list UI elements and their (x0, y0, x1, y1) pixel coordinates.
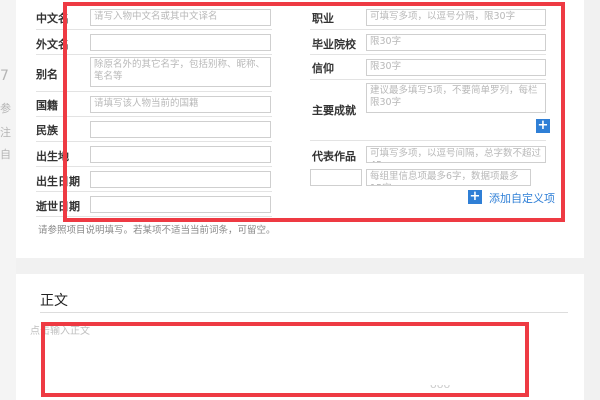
row-separator (36, 91, 272, 92)
row-separator (36, 166, 272, 167)
row-separator (36, 116, 272, 117)
row-separator (310, 140, 546, 141)
belief-input[interactable]: 限30字 (366, 59, 546, 76)
ethnicity-input[interactable] (90, 121, 271, 138)
row-separator (310, 54, 546, 55)
achievements-input[interactable]: 建议最多填写5项，不要简单罗列，每栏限30字 (366, 83, 546, 113)
custom-key-input[interactable] (310, 169, 362, 186)
left-background-strip: 7 参 注 自 (0, 0, 16, 400)
label-chinese-name: 中文名 (36, 12, 69, 25)
form-hint-note: 请参照项目说明填写。若某项不适当当前词条，可留空。 (38, 225, 276, 236)
label-alias: 别名 (36, 68, 58, 81)
alma-mater-input[interactable]: 限30字 (366, 34, 546, 51)
row-separator (36, 216, 272, 217)
label-occupation: 职业 (312, 12, 334, 25)
label-nationality: 国籍 (36, 99, 58, 112)
row-separator (310, 29, 546, 30)
row-separator (310, 79, 546, 80)
custom-value-input[interactable]: 每组里信息项最多6字，数据项最多15字 (366, 169, 531, 186)
birthplace-input[interactable] (90, 146, 271, 163)
label-birth-date: 出生日期 (36, 175, 80, 188)
label-foreign-name: 外文名 (36, 38, 69, 51)
strip-text: 注 (0, 126, 11, 139)
section-underline (40, 312, 568, 313)
works-input[interactable]: 可填写多项，以逗号间隔，总字数不超过45 (366, 146, 546, 163)
row-separator (36, 191, 272, 192)
label-death-date: 逝世日期 (36, 200, 80, 213)
add-custom-item-link[interactable]: 添加自定义项 (489, 190, 555, 206)
alias-input[interactable]: 除原名外的其它名字，包括别称、昵称、笔名等 (90, 57, 271, 87)
strip-text: 参 (0, 102, 11, 115)
occupation-input[interactable]: 可填写多项，以逗号分隔，限30字 (366, 9, 546, 26)
label-belief: 信仰 (312, 62, 334, 75)
row-separator (36, 141, 272, 142)
nationality-input[interactable]: 请填写该人物当前的国籍 (90, 96, 271, 113)
label-ethnicity: 民族 (36, 124, 58, 137)
foreign-name-input[interactable] (90, 34, 271, 51)
row-separator (36, 54, 272, 55)
label-achievements: 主要成就 (312, 104, 356, 117)
death-date-input[interactable] (90, 196, 271, 213)
row-separator (36, 29, 272, 30)
chinese-name-input[interactable]: 请写入物中文名或其中文译名 (90, 9, 271, 26)
body-section-title: 正文 (40, 293, 68, 309)
label-alma-mater: 毕业院校 (312, 38, 356, 51)
label-works: 代表作品 (312, 150, 356, 163)
add-achievement-button[interactable]: + (536, 119, 550, 133)
label-birthplace: 出生地 (36, 150, 69, 163)
section-divider (16, 258, 584, 274)
body-editor-placeholder[interactable]: 点击输入正文 (30, 322, 90, 337)
add-custom-icon[interactable]: + (468, 190, 482, 204)
birth-date-input[interactable] (90, 171, 271, 188)
edit-page: 中文名 外文名 别名 国籍 民族 出生地 出生日期 逝世日期 请写入物中文名或其… (16, 0, 584, 400)
strip-text: 自 (0, 148, 11, 161)
strip-text: 7 (0, 68, 9, 84)
watermark-text: ᴗᴗᴗ (430, 378, 451, 391)
